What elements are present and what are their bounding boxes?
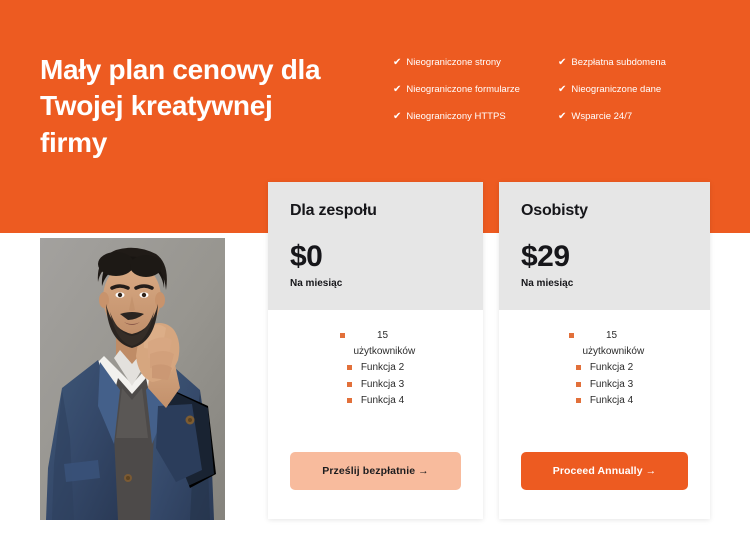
hero-feature-item: ✔ Nieograniczone dane: [558, 85, 723, 95]
pricing-feature-label: 15 użytkowników: [582, 330, 645, 357]
list-item: Funkcja 4: [521, 393, 688, 409]
check-icon: ✔: [393, 111, 402, 122]
check-icon: ✔: [558, 84, 567, 95]
proceed-annually-button[interactable]: Proceed Annually →: [521, 452, 688, 490]
pricing-card-team: Dla zespołu $0 Na miesiąc 15 użytkownikó…: [268, 182, 483, 519]
list-item: Funkcja 3: [521, 377, 688, 393]
pricing-card-header: Dla zespołu $0 Na miesiąc: [268, 182, 483, 310]
pricing-feature-label: Funkcja 3: [360, 378, 405, 390]
pricing-feature-label: 15 użytkowników: [353, 330, 416, 357]
hero-feature-label: Nieograniczone dane: [571, 84, 662, 95]
pricing-card-title: Osobisty: [521, 202, 588, 219]
pricing-feature-list: 15 użytkowników Funkcja 2 Funkcja 3 Funk…: [521, 328, 688, 409]
pricing-card-body: 15 użytkowników Funkcja 2 Funkcja 3 Funk…: [268, 310, 483, 519]
pricing-card-price: $29: [521, 240, 570, 273]
pricing-feature-list: 15 użytkowników Funkcja 2 Funkcja 3 Funk…: [290, 328, 461, 409]
hero-feature-item: ✔ Nieograniczony HTTPS: [393, 112, 558, 122]
bullet-icon: [575, 381, 581, 387]
list-item: 15 użytkowników: [290, 328, 461, 359]
pricing-card-header: Osobisty $29 Na miesiąc: [499, 182, 710, 310]
pricing-feature-label: Funkcja 2: [589, 362, 634, 373]
hero-feature-item: ✔ Nieograniczone formularze: [393, 85, 558, 95]
list-item: Funkcja 3: [290, 377, 461, 393]
list-item: 15 użytkowników: [521, 328, 688, 359]
list-item: Funkcja 2: [290, 360, 461, 376]
hero-feature-label: Wsparcie 24/7: [571, 111, 633, 122]
list-item: Funkcja 4: [290, 393, 461, 409]
bullet-icon: [346, 365, 352, 370]
check-icon: ✔: [558, 111, 567, 122]
bullet-icon: [568, 333, 574, 338]
pricing-card-period: Na miesiąc: [290, 278, 343, 289]
pricing-feature-label: Funkcja 4: [589, 395, 634, 406]
hero-feature-label: Nieograniczony HTTPS: [406, 111, 506, 122]
bullet-icon: [339, 333, 345, 338]
hero-photo: [40, 238, 225, 520]
check-icon: ✔: [558, 57, 567, 68]
pricing-card-title: Dla zespołu: [290, 202, 377, 219]
bullet-icon: [575, 398, 581, 403]
pricing-card-price: $0: [290, 240, 323, 273]
list-item: Funkcja 2: [521, 360, 688, 376]
hero-feature-label: Nieograniczone strony: [406, 57, 501, 68]
submit-free-button[interactable]: Prześlij bezpłatnie →: [290, 452, 461, 490]
bullet-icon: [575, 365, 581, 370]
hero-feature-label: Bezpłatna subdomena: [571, 57, 666, 68]
hero-feature-label: Nieograniczone formularze: [406, 84, 520, 95]
pricing-card-body: 15 użytkowników Funkcja 2 Funkcja 3 Funk…: [499, 310, 710, 519]
pricing-feature-label: Funkcja 3: [589, 378, 634, 390]
hero-feature-column-right: ✔ Bezpłatna subdomena ✔ Nieograniczone d…: [558, 58, 723, 139]
pricing-card-period: Na miesiąc: [521, 278, 574, 289]
hero-feature-item: ✔ Nieograniczone strony: [393, 58, 558, 68]
hero-feature-item: ✔ Wsparcie 24/7: [558, 112, 723, 122]
page-title: Mały plan cenowy dla Twojej kreatywnej f…: [40, 54, 321, 158]
hero-feature-item: ✔ Bezpłatna subdomena: [558, 58, 723, 68]
pricing-card-personal: Osobisty $29 Na miesiąc 15 użytkowników …: [499, 182, 710, 519]
hero-photo-image: [40, 238, 225, 520]
pricing-feature-label: Funkcja 2: [360, 362, 405, 373]
hero-feature-column-left: ✔ Nieograniczone strony ✔ Nieograniczone…: [393, 58, 558, 139]
check-icon: ✔: [393, 57, 402, 68]
hero-feature-list: ✔ Nieograniczone strony ✔ Nieograniczone…: [393, 58, 723, 139]
pricing-feature-label: Funkcja 4: [360, 395, 405, 406]
bullet-icon: [346, 398, 352, 403]
bullet-icon: [346, 381, 352, 387]
check-icon: ✔: [393, 84, 402, 95]
